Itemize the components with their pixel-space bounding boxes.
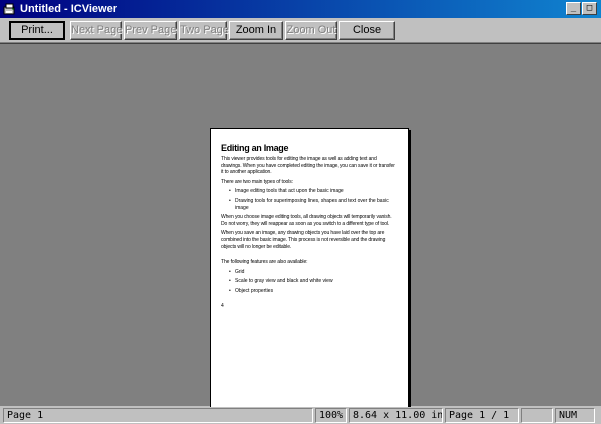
window-title: Untitled - ICViewer	[20, 3, 117, 15]
preview-area[interactable]: Editing an Image This viewer provides to…	[0, 43, 601, 411]
two-page-button[interactable]: Two Page	[179, 21, 229, 40]
toolbar: Print... Next Page Prev Page Two Page Zo…	[0, 18, 601, 43]
intro-paragraph: This viewer provides tools for editing t…	[221, 156, 395, 176]
page-heading: Editing an Image	[221, 143, 289, 153]
zoom-out-button[interactable]: Zoom Out	[285, 21, 337, 40]
status-message: Page 1	[3, 408, 313, 423]
status-num-lock: NUM	[555, 408, 595, 423]
print-button[interactable]: Print...	[9, 21, 65, 40]
maximize-button[interactable]: □	[582, 2, 597, 15]
page-number: 4	[221, 302, 224, 309]
list-item: Scale to gray view and black and white v…	[229, 278, 398, 285]
paragraph-tools: When you choose image editing tools, all…	[221, 214, 392, 227]
status-bar: Page 1 100% 8.64 x 11.00 inch Page 1 / 1…	[0, 407, 601, 424]
next-page-button[interactable]: Next Page	[70, 21, 122, 40]
status-page-size: 8.64 x 11.00 inch	[349, 408, 443, 423]
types-intro: There are two main types of tools:	[221, 178, 293, 185]
status-zoom: 100%	[315, 408, 347, 423]
list-item: Drawing tools for superimposing lines, s…	[229, 198, 398, 211]
close-button[interactable]: Close	[339, 21, 395, 40]
status-blank	[521, 408, 553, 423]
tool-types-list: Image editing tools that act upon the ba…	[221, 188, 398, 211]
prev-page-button[interactable]: Prev Page	[124, 21, 177, 40]
title-bar: Untitled - ICViewer _ □	[0, 0, 601, 18]
list-item: Grid	[229, 269, 398, 276]
app-icon[interactable]	[3, 2, 17, 16]
document-page: Editing an Image This viewer provides to…	[210, 128, 409, 411]
status-page-indicator: Page 1 / 1	[445, 408, 519, 423]
zoom-in-button[interactable]: Zoom In	[229, 21, 283, 40]
features-intro: The following features are also availabl…	[221, 259, 308, 266]
features-list: Grid Scale to gray view and black and wh…	[221, 269, 398, 295]
paragraph-save: When you save an image, any drawing obje…	[221, 230, 386, 250]
list-item: Image editing tools that act upon the ba…	[229, 188, 398, 195]
minimize-button[interactable]: _	[566, 2, 581, 15]
list-item: Object properties	[229, 288, 398, 295]
